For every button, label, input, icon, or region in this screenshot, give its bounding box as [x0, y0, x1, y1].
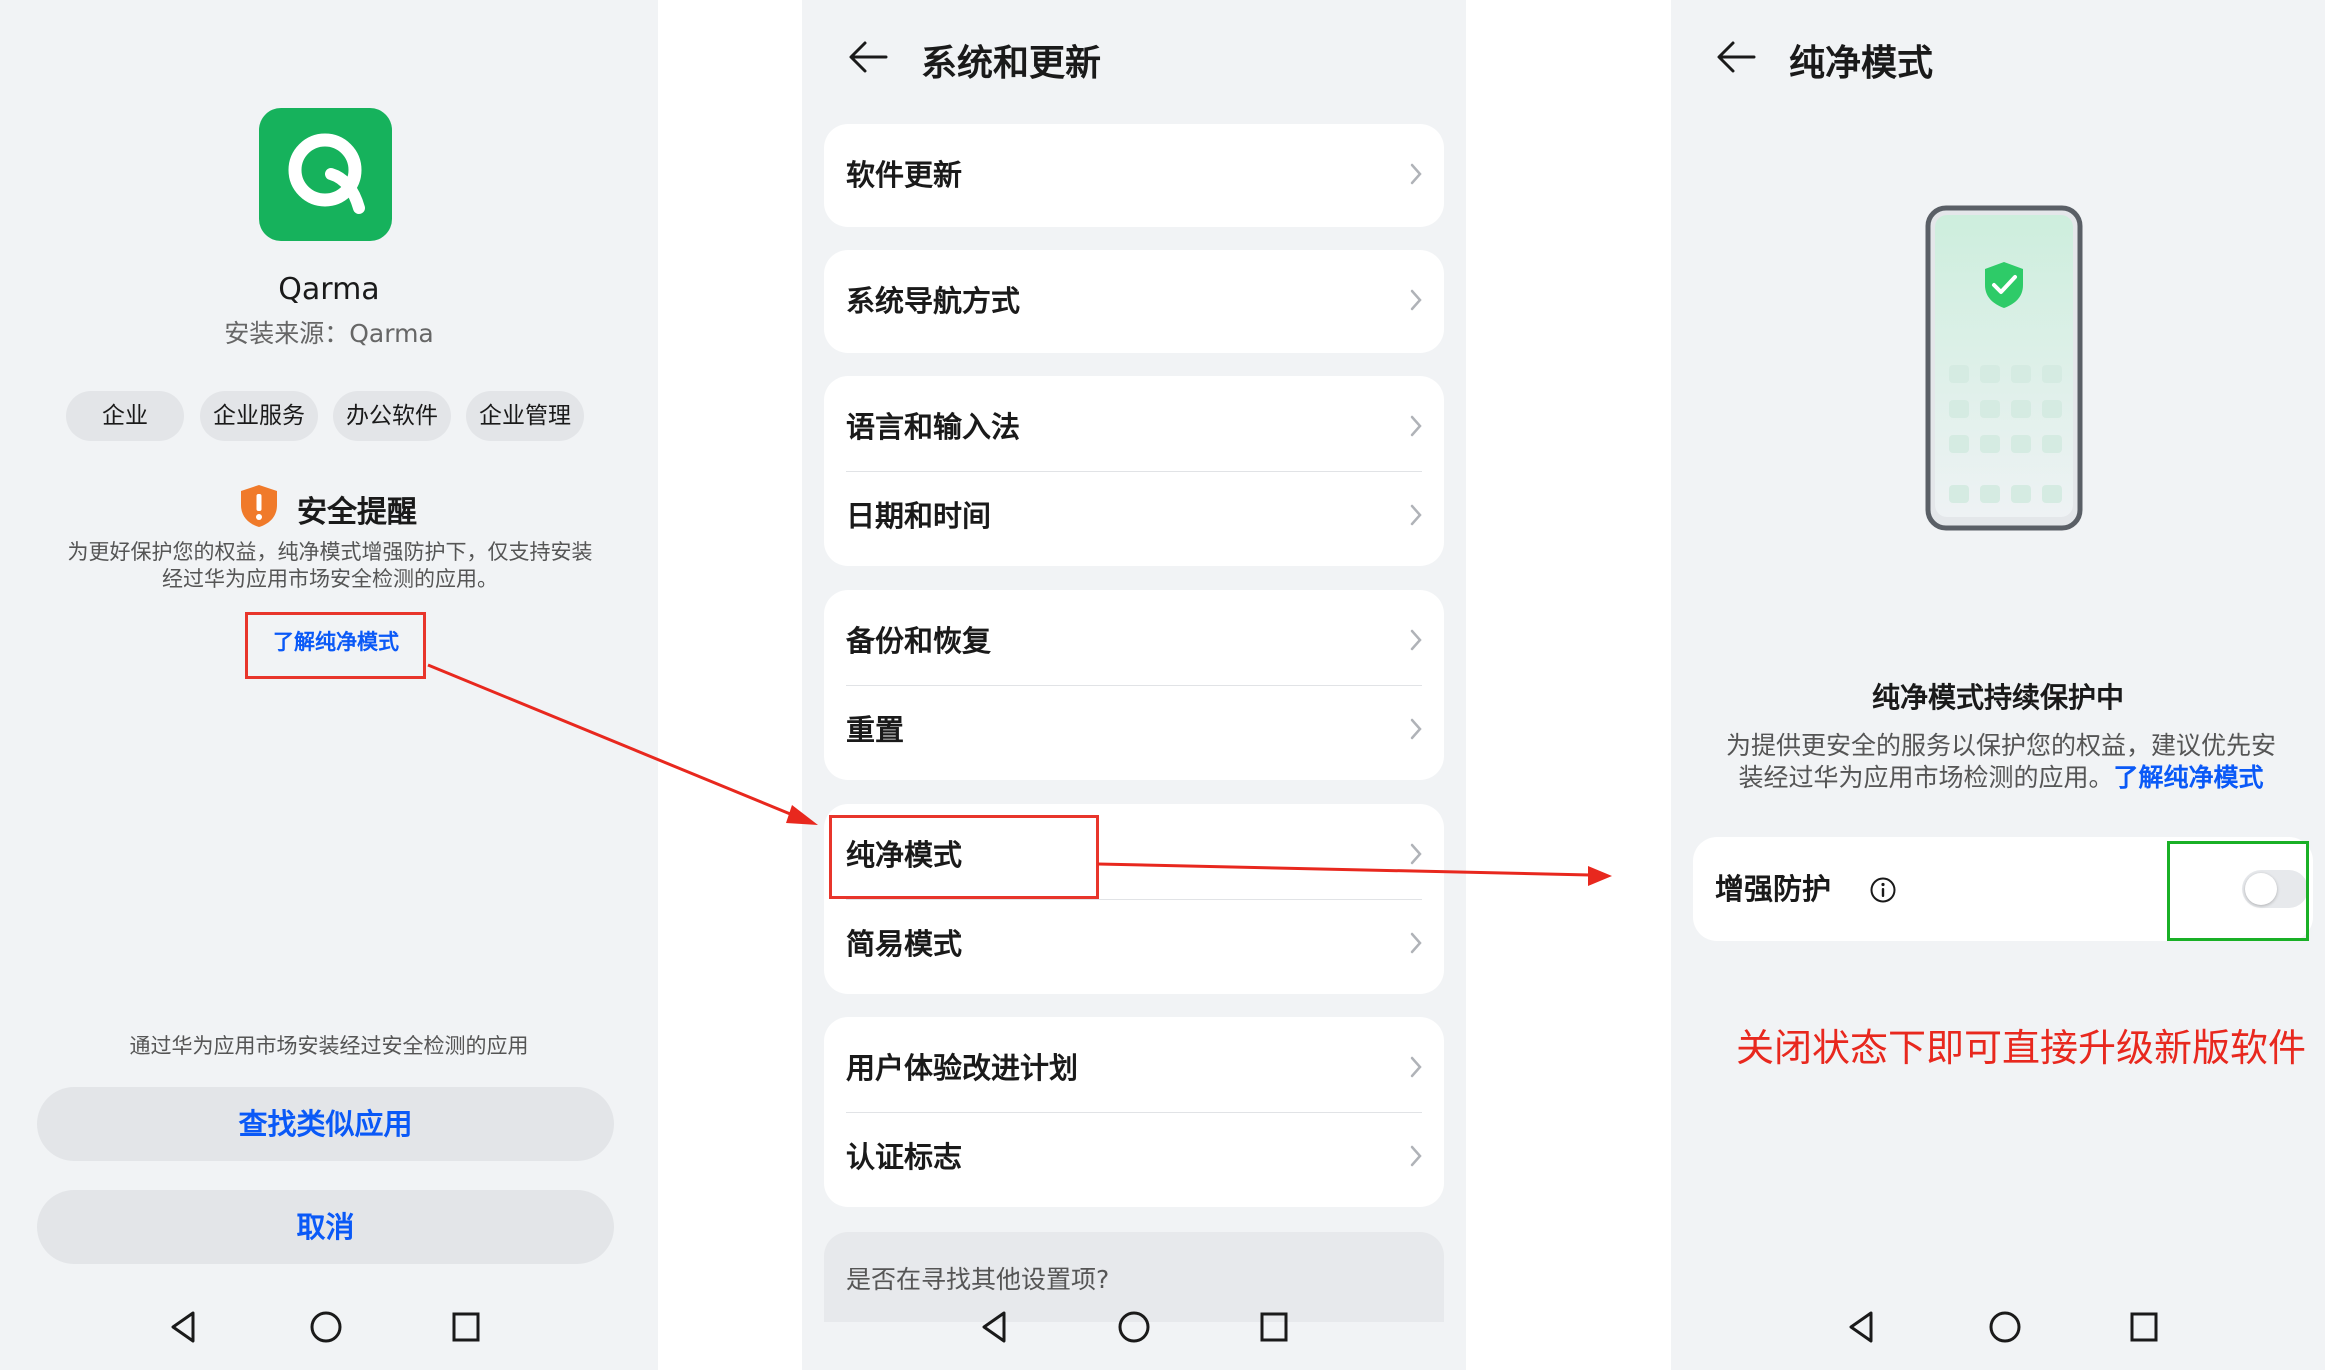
item-label: 认证标志: [846, 1140, 963, 1174]
settings-item-navigation[interactable]: 系统导航方式: [824, 257, 1444, 345]
tag-enterprise-service[interactable]: 企业服务: [200, 391, 318, 441]
protection-status-title: 纯净模式持续保护中: [1871, 681, 2124, 714]
install-source: 安装来源：Qarma: [224, 319, 434, 348]
back-arrow-icon[interactable]: [1716, 40, 1756, 74]
nav-home-icon[interactable]: [1988, 1310, 2022, 1344]
chevron-right-icon: [1410, 718, 1422, 740]
settings-item-date-time[interactable]: 日期和时间: [824, 472, 1444, 560]
qarma-app-icon: [259, 108, 392, 241]
warning-description: 为更好保护您的权益，纯净模式增强防护下，仅支持安装 经过华为应用市场安全检测的应…: [30, 539, 630, 593]
nav-back-icon[interactable]: [168, 1310, 198, 1344]
chevron-right-icon: [1410, 629, 1422, 651]
learn-pure-mode-link[interactable]: 了解纯净模式: [2114, 763, 2264, 792]
settings-item-reset[interactable]: 重置: [824, 686, 1444, 774]
chevron-right-icon: [1410, 163, 1422, 185]
warning-title: 安全提醒: [297, 495, 417, 530]
item-label: 备份和恢复: [846, 624, 992, 658]
nav-home-icon[interactable]: [1117, 1310, 1151, 1344]
settings-card-6: 用户体验改进计划 认证标志: [824, 1017, 1444, 1207]
system-nav-bar: [802, 1310, 1466, 1370]
chevron-right-icon: [1410, 1145, 1422, 1167]
nav-back-icon[interactable]: [979, 1310, 1009, 1344]
chevron-right-icon: [1410, 504, 1422, 526]
other-settings-hint-card[interactable]: 是否在寻找其他设置项?: [824, 1232, 1444, 1322]
settings-card-1: 软件更新: [824, 124, 1444, 227]
arrow-head-2: [1588, 866, 1612, 886]
chevron-right-icon: [1410, 843, 1422, 865]
warning-desc-line1: 为更好保护您的权益，纯净模式增强防护下，仅支持安装: [67, 540, 593, 564]
nav-recents-icon[interactable]: [2129, 1310, 2159, 1344]
nav-recents-icon[interactable]: [1259, 1310, 1289, 1344]
item-label: 软件更新: [846, 158, 963, 192]
tag-enterprise[interactable]: 企业: [66, 391, 184, 441]
nav-back-icon[interactable]: [1846, 1310, 1876, 1344]
nav-recents-icon[interactable]: [451, 1310, 481, 1344]
find-similar-apps-button[interactable]: 查找类似应用: [37, 1087, 614, 1161]
app-name: Qarma: [278, 272, 380, 307]
pure-mode-screen: 纯净模式 纯净模式持续保护中 为提供更安全的服务以保护您的权益，建议优先安 装经…: [1671, 0, 2325, 1370]
settings-card-3: 语言和输入法 日期和时间: [824, 376, 1444, 566]
annotation-note: 关闭状态下即可直接升级新版软件: [1735, 1026, 2306, 1070]
highlight-box-toggle: [2167, 841, 2309, 941]
back-arrow-icon[interactable]: [848, 40, 888, 74]
system-nav-bar: [1671, 1310, 2325, 1370]
settings-card-2: 系统导航方式: [824, 250, 1444, 353]
highlight-box-pure-mode: [829, 815, 1099, 899]
settings-card-4: 备份和恢复 重置: [824, 590, 1444, 780]
status-desc-line2-wrap: 装经过华为应用市场检测的应用。了解纯净模式: [1706, 762, 2296, 794]
item-label: 语言和输入法: [846, 410, 1021, 444]
page-title: 系统和更新: [921, 43, 1102, 84]
page-title: 纯净模式: [1789, 43, 1934, 84]
protection-status-description: 为提供更安全的服务以保护您的权益，建议优先安 装经过华为应用市场检测的应用。了解…: [1706, 730, 2296, 794]
item-label: 日期和时间: [846, 499, 992, 533]
info-icon[interactable]: [1869, 876, 1897, 904]
settings-item-language-input[interactable]: 语言和输入法: [824, 383, 1444, 471]
item-label: 系统导航方式: [846, 284, 1021, 318]
chevron-right-icon: [1410, 932, 1422, 954]
settings-item-backup-restore[interactable]: 备份和恢复: [824, 597, 1444, 685]
hint-text: 是否在寻找其他设置项?: [846, 1265, 1110, 1294]
warning-desc-line2: 经过华为应用市场安全检测的应用。: [162, 567, 498, 591]
bottom-note: 通过华为应用市场安装经过安全检测的应用: [129, 1034, 529, 1058]
warning-shield-icon: [241, 485, 277, 527]
chevron-right-icon: [1410, 415, 1422, 437]
status-desc-line1: 为提供更安全的服务以保护您的权益，建议优先安: [1725, 731, 2276, 760]
status-desc-line2: 装经过华为应用市场检测的应用。: [1738, 763, 2114, 792]
system-nav-bar: [0, 1310, 658, 1370]
nav-home-icon[interactable]: [309, 1310, 343, 1344]
chevron-right-icon: [1410, 289, 1422, 311]
tag-office-software[interactable]: 办公软件: [333, 391, 451, 441]
item-label: 用户体验改进计划: [846, 1051, 1079, 1085]
settings-item-software-update[interactable]: 软件更新: [824, 131, 1444, 219]
item-label: 重置: [846, 713, 905, 747]
settings-item-certification[interactable]: 认证标志: [824, 1113, 1444, 1201]
settings-item-user-experience[interactable]: 用户体验改进计划: [824, 1024, 1444, 1112]
highlight-box-learn-link: [245, 612, 426, 679]
tag-enterprise-management[interactable]: 企业管理: [466, 391, 584, 441]
enhanced-protection-label: 增强防护: [1715, 872, 1832, 906]
phone-illustration: [1925, 205, 2083, 535]
settings-item-simple-mode[interactable]: 简易模式: [824, 900, 1444, 988]
system-updates-screen: 系统和更新 软件更新 系统导航方式 语言和输入法 日期和时间 备份和恢复 重置: [802, 0, 1466, 1370]
cancel-button[interactable]: 取消: [37, 1190, 614, 1264]
chevron-right-icon: [1410, 1056, 1422, 1078]
item-label: 简易模式: [846, 927, 963, 961]
install-blocked-screen: Qarma 安装来源：Qarma 企业 企业服务 办公软件 企业管理 安全提醒 …: [0, 0, 658, 1370]
